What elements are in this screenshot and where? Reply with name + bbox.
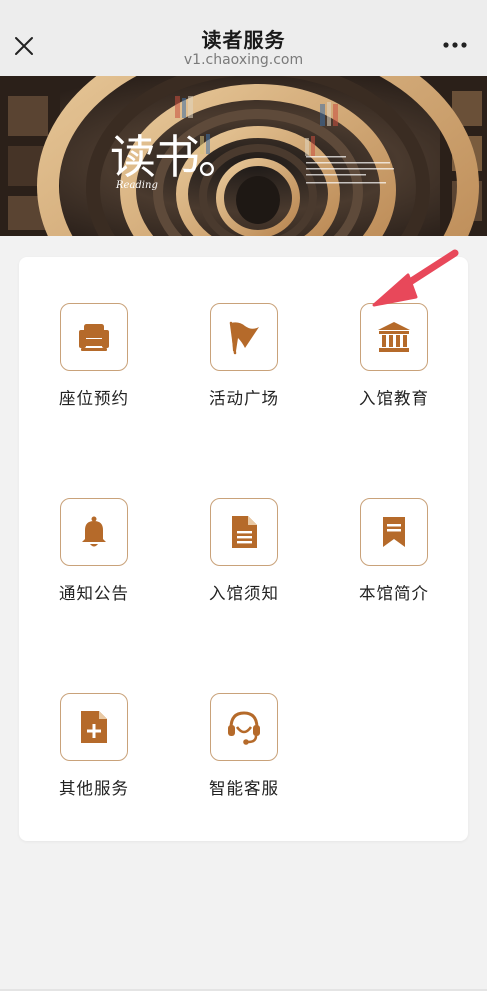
- banner-logo-subtitle: Reading: [116, 180, 158, 191]
- service-other[interactable]: 其他服务: [29, 693, 159, 799]
- page-title: 读者服务: [201, 28, 286, 52]
- service-activity-square[interactable]: 活动广场: [179, 303, 309, 409]
- armchair-icon: [79, 324, 109, 351]
- service-label: 入馆须知: [209, 584, 279, 603]
- service-seat-reservation[interactable]: 座位预约: [29, 303, 159, 409]
- headset-icon: [228, 711, 260, 745]
- service-icon-box: [210, 498, 278, 566]
- service-label: 座位预约: [59, 389, 129, 408]
- document-icon: [232, 516, 257, 548]
- services-card: 座位预约 活动广场 入馆教育 通知公告 入馆须知 本馆简介 其他服务 智能客服: [19, 257, 468, 841]
- banner-logo-text: 读书。: [110, 130, 244, 184]
- file-plus-icon: [81, 711, 107, 743]
- service-icon-box: [60, 693, 128, 761]
- service-library-intro[interactable]: 本馆简介: [329, 498, 459, 604]
- service-icon-box: [360, 303, 428, 371]
- library-photo: [0, 76, 487, 236]
- service-icon-box: [60, 303, 128, 371]
- service-entry-notice[interactable]: 入馆须知: [179, 498, 309, 604]
- flag-icon: [229, 321, 259, 355]
- service-label: 通知公告: [59, 584, 129, 603]
- page-url: v1.chaoxing.com: [183, 52, 304, 68]
- banner-image: 读书。 Reading: [0, 76, 487, 236]
- more-options-icon[interactable]: [443, 40, 467, 50]
- service-icon-box: [60, 498, 128, 566]
- title-bar: 读者服务 v1.chaoxing.com: [0, 0, 487, 76]
- service-icon-box: [360, 498, 428, 566]
- service-notices[interactable]: 通知公告: [29, 498, 159, 604]
- service-label: 入馆教育: [359, 389, 429, 408]
- bell-icon: [82, 516, 106, 547]
- service-label: 其他服务: [59, 779, 129, 798]
- service-label: 本馆简介: [359, 584, 429, 603]
- service-icon-box: [210, 303, 278, 371]
- bookmark-icon: [383, 517, 405, 547]
- service-entry-education[interactable]: 入馆教育: [329, 303, 459, 409]
- service-label: 智能客服: [209, 779, 279, 798]
- service-label: 活动广场: [209, 389, 279, 408]
- bank-building-icon: [378, 322, 410, 352]
- service-icon-box: [210, 693, 278, 761]
- service-smart-support[interactable]: 智能客服: [179, 693, 309, 799]
